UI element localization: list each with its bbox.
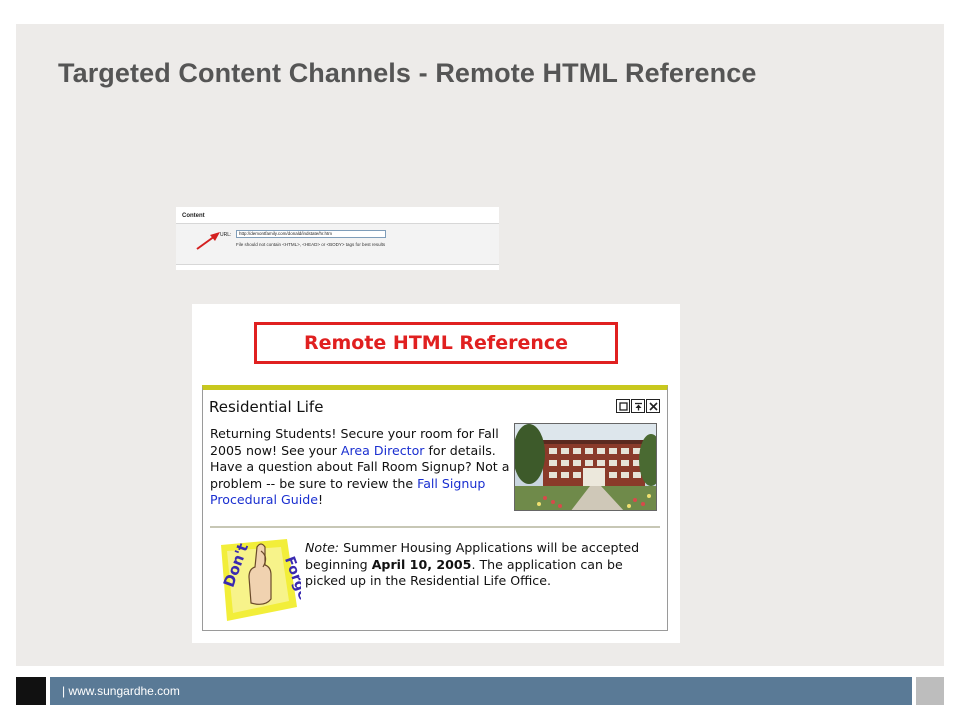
footer-gray-block xyxy=(916,677,944,705)
channel-controls xyxy=(616,399,660,413)
dont-forget-sticker: Don't Forget xyxy=(217,537,314,628)
url-input[interactable]: http://demontfamily.com/donald/indstate/… xyxy=(236,230,386,238)
content-settings-screenshot: Content URL: http://demontfamily.com/don… xyxy=(176,207,499,270)
url-hint: File should not contain <HTML>, <HEAD> o… xyxy=(236,242,386,247)
close-icon[interactable] xyxy=(646,399,660,413)
footer-bar: | www.sungardhe.com xyxy=(50,677,912,705)
residential-life-channel: Residential Life Returning Students! Sec… xyxy=(202,385,668,631)
edit-icon[interactable] xyxy=(616,399,630,413)
portal-channel-screenshot: Remote HTML Reference Residential Life R… xyxy=(192,304,680,643)
summer-housing-note: Note: Summer Housing Applications will b… xyxy=(305,540,645,590)
channel-divider xyxy=(210,526,660,528)
channel-announcement: Returning Students! Secure your room for… xyxy=(210,426,510,509)
slide-title: Targeted Content Channels - Remote HTML … xyxy=(58,58,757,88)
footer-website: | www.sungardhe.com xyxy=(62,684,180,698)
channel-title: Residential Life xyxy=(209,398,324,416)
content-section-title: Content xyxy=(182,213,205,219)
url-label: URL: xyxy=(220,232,232,238)
footer-black-block xyxy=(16,677,46,705)
residence-hall-photo xyxy=(514,423,657,511)
announcement-text-3: ! xyxy=(318,492,324,507)
maximize-icon[interactable] xyxy=(631,399,645,413)
note-label: Note: xyxy=(305,540,340,555)
red-arrow-icon xyxy=(196,232,220,250)
banner-label: Remote HTML Reference xyxy=(303,332,569,354)
remote-html-reference-banner: Remote HTML Reference xyxy=(254,322,618,364)
note-date: April 10, 2005 xyxy=(371,556,472,572)
area-director-link[interactable]: Area Director xyxy=(341,443,425,458)
